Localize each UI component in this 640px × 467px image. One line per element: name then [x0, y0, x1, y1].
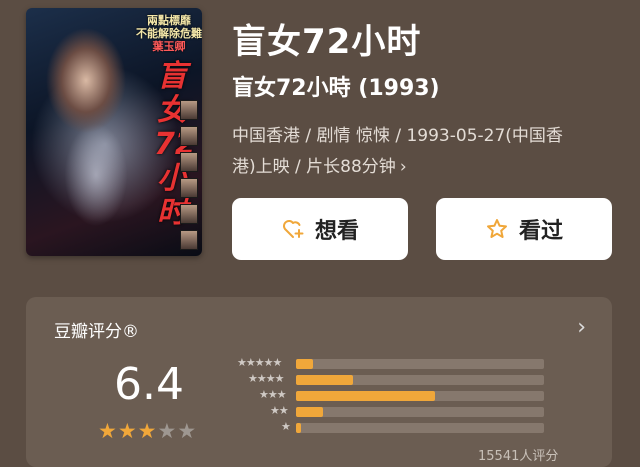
rating-bar-row: ★★★★ [222, 372, 562, 385]
rating-bar-fill [296, 375, 353, 385]
watched-button[interactable]: 看过 [436, 198, 612, 260]
star-empty-icon: ★ [157, 419, 178, 443]
rating-bar-fill [296, 359, 313, 369]
star-filled-icon: ★ [98, 419, 118, 443]
rating-bar-stars-icon: ★★★★★ [237, 356, 282, 369]
rating-score: 6.4 [114, 359, 184, 410]
poster-text: 兩點標靡 不能解除危難 葉玉卿 [134, 14, 202, 53]
rating-bar-row: ★★★ [222, 388, 562, 401]
poster-thumbnail [180, 178, 198, 198]
rating-bar-track [296, 407, 544, 417]
movie-title: 盲女72小时 [232, 22, 422, 62]
rating-bar-stars-icon: ★★★ [259, 388, 287, 401]
watched-label: 看过 [518, 219, 563, 244]
rating-bar-stars-icon: ★★★★ [248, 372, 284, 385]
movie-poster[interactable]: 兩點標靡 不能解除危難 葉玉卿 盲女72小时 [26, 8, 202, 256]
poster-thumbnail [180, 204, 198, 224]
poster-thumbnail [180, 126, 198, 146]
rating-bar-row: ★★★★★ [222, 356, 562, 369]
star-outline-icon [486, 219, 507, 238]
rating-stars: ★★★★★ [98, 419, 197, 443]
chevron-right-icon[interactable]: › [400, 157, 407, 177]
star-filled-icon: ★ [117, 419, 138, 443]
rating-bar-track [296, 359, 544, 369]
poster-figure [36, 28, 136, 238]
meta-line-2: 港)上映 / 片长88分钟 › [232, 152, 612, 183]
rating-card[interactable]: 豆瓣评分® › 6.4 ★★★★★ ★★★★★ ★★★★ ★★★ ★★ ★ 15541人… [26, 297, 612, 467]
rating-bar-row: ★★ [222, 404, 562, 417]
heart-plus-icon [282, 220, 304, 238]
movie-meta[interactable]: 中国香港 / 剧情 惊悚 / 1993-05-27(中国香 港)上映 / 片长8… [232, 121, 612, 183]
chevron-right-icon[interactable]: › [577, 315, 586, 340]
star-filled-icon: ★ [137, 419, 158, 443]
want-to-watch-button[interactable]: 想看 [232, 198, 408, 260]
poster-thumbnail [180, 230, 198, 250]
star-empty-icon: ★ [177, 419, 198, 443]
rating-bar-fill [296, 391, 435, 401]
meta-line: 港)上映 / 片长88分钟 [232, 157, 396, 177]
rating-bar-fill [296, 423, 301, 433]
rating-bar-stars-icon: ★★ [270, 404, 289, 417]
poster-thumbnail [180, 100, 198, 120]
rating-label: 豆瓣评分® [54, 322, 139, 342]
poster-text-line: 不能解除危難 [136, 27, 202, 40]
want-to-watch-label: 想看 [314, 219, 359, 244]
rating-bar-fill [296, 407, 323, 417]
rating-bar-track [296, 423, 544, 433]
poster-text-line: 兩點標靡 [147, 14, 191, 27]
rating-bar-row: ★ [222, 420, 562, 433]
movie-original-title: 盲女72小時 (1993) [232, 76, 440, 101]
poster-thumbnail [180, 152, 198, 172]
rating-bar-stars-icon: ★ [281, 420, 291, 433]
poster-text-line: 葉玉卿 [152, 40, 186, 53]
meta-line: 中国香港 / 剧情 惊悚 / 1993-05-27(中国香 [232, 126, 563, 146]
